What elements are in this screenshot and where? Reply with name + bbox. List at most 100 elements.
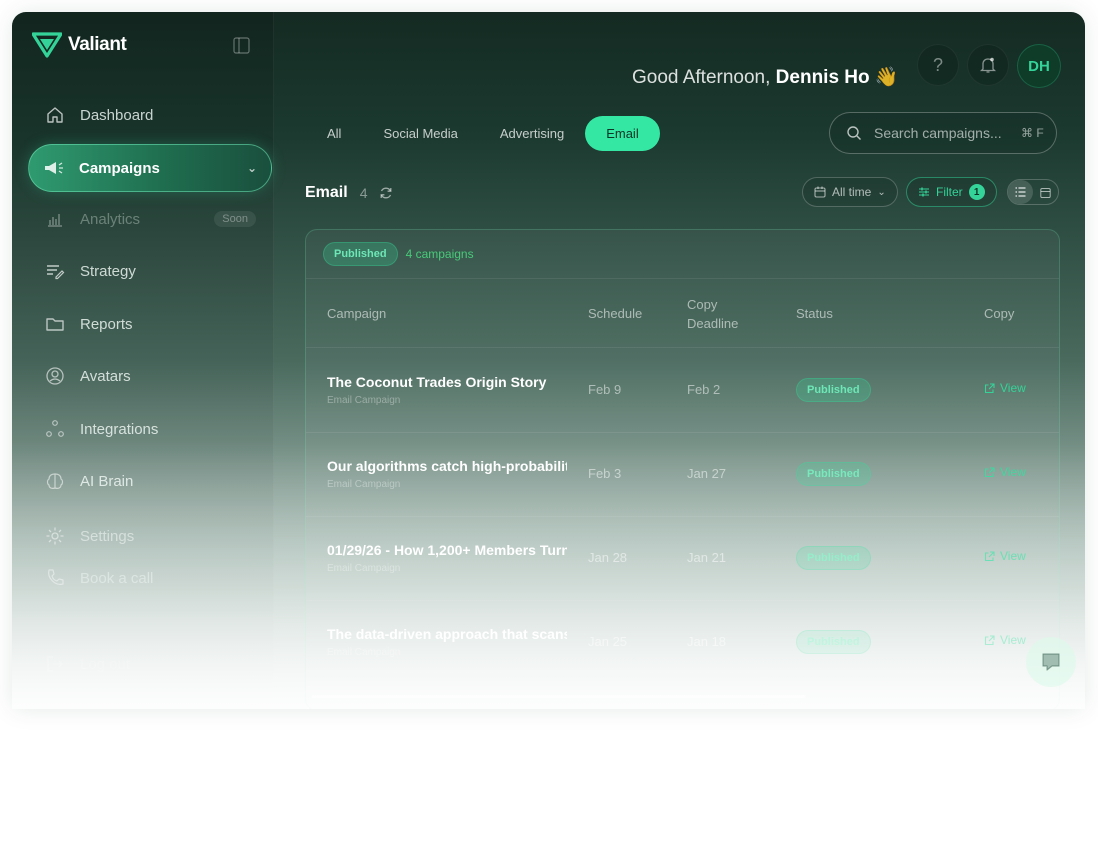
sidebar-item-ai-brain[interactable]: AI Brain — [40, 465, 270, 497]
user-avatar[interactable]: DH — [1017, 44, 1061, 88]
calendar-icon — [814, 186, 826, 198]
view-copy-link[interactable]: View — [984, 633, 1026, 647]
search-input[interactable] — [872, 124, 1011, 142]
brand-logo[interactable]: Valiant — [32, 32, 127, 58]
gear-icon — [44, 525, 66, 547]
brand-name: Valiant — [68, 34, 127, 55]
view-link-label: View — [1000, 633, 1026, 647]
chat-widget-button[interactable] — [1026, 637, 1076, 687]
help-button[interactable]: ? — [917, 44, 959, 86]
view-copy-link[interactable]: View — [984, 465, 1026, 479]
sidebar-item-log-out[interactable]: Log out — [40, 648, 270, 680]
sidebar-item-integrations[interactable]: Integrations — [40, 413, 270, 445]
column-header-copy-deadline-line1: Copy — [687, 297, 718, 312]
sidebar: Valiant Dashboard Campaigns ⌄ Analytics … — [12, 12, 274, 709]
column-header-copy-deadline-line2: Deadline — [687, 316, 739, 331]
bar-chart-icon — [44, 208, 66, 230]
view-link-label: View — [1000, 381, 1026, 395]
horizontal-scrollbar[interactable] — [312, 695, 806, 698]
time-filter-label: All time — [832, 185, 872, 199]
valiant-logo-icon — [32, 32, 62, 58]
megaphone-icon — [43, 157, 65, 179]
sidebar-item-label: Integrations — [80, 420, 159, 438]
search-shortcut: ⌘ F — [1021, 126, 1044, 140]
campaign-type: Email Campaign — [327, 479, 401, 490]
logout-icon — [44, 653, 66, 675]
table-row[interactable]: 01/29/26 - How 1,200+ Members Turne Emai… — [306, 516, 1059, 600]
integrations-icon — [44, 418, 66, 440]
divider — [306, 278, 1059, 279]
column-header-copy-deadline: Copy Deadline — [687, 295, 738, 333]
tab-advertising[interactable]: Advertising — [479, 116, 585, 151]
sidebar-item-avatars[interactable]: Avatars — [40, 360, 270, 392]
tab-all[interactable]: All — [306, 116, 362, 151]
search-box[interactable]: ⌘ F — [829, 112, 1057, 154]
channel-tabs: All Social Media Advertising Email — [306, 116, 660, 151]
soon-badge: Soon — [214, 211, 256, 227]
greeting: Good Afternoon, Dennis Ho 👋 — [632, 65, 899, 89]
status-badge: Published — [796, 546, 871, 570]
column-header-copy: Copy — [984, 306, 1015, 321]
column-header-schedule: Schedule — [588, 306, 643, 321]
refresh-icon[interactable] — [379, 186, 393, 200]
view-copy-link[interactable]: View — [984, 381, 1026, 395]
chevron-down-icon[interactable]: ⌄ — [247, 161, 257, 175]
status-badge: Published — [796, 630, 871, 654]
sidebar-item-analytics: Analytics Soon — [40, 203, 270, 235]
schedule-date: Feb 9 — [588, 382, 622, 397]
home-icon — [44, 104, 66, 126]
campaigns-table: Published 4 campaigns Campaign Schedule … — [305, 229, 1060, 709]
external-link-icon — [984, 634, 995, 645]
question-mark-icon: ? — [932, 54, 943, 75]
table-row[interactable]: The Coconut Trades Origin Story Email Ca… — [306, 348, 1059, 432]
campaign-name[interactable]: 01/29/26 - How 1,200+ Members Turne — [327, 542, 567, 558]
sidebar-item-label: Campaigns — [79, 159, 160, 177]
calendar-view-button[interactable] — [1033, 180, 1058, 204]
status-badge: Published — [796, 378, 871, 402]
strategy-icon — [44, 260, 66, 282]
wave-emoji: 👋 — [874, 67, 899, 88]
sidebar-item-campaigns[interactable]: Campaigns ⌄ — [28, 144, 272, 192]
notifications-button[interactable] — [967, 44, 1009, 86]
group-status-badge: Published — [323, 242, 398, 266]
campaign-name[interactable]: Our algorithms catch high-probability s — [327, 458, 567, 474]
sidebar-item-book-a-call[interactable]: Book a call — [40, 562, 270, 594]
brain-icon — [44, 470, 66, 492]
sidebar-item-label: AI Brain — [80, 472, 134, 490]
folder-icon — [44, 313, 66, 335]
campaign-type: Email Campaign — [327, 563, 401, 574]
campaign-type: Email Campaign — [327, 647, 401, 658]
campaign-name[interactable]: The Coconut Trades Origin Story — [327, 374, 567, 390]
sliders-icon — [919, 187, 929, 197]
table-row[interactable]: Our algorithms catch high-probability s … — [306, 432, 1059, 516]
section-title: Email — [305, 184, 348, 201]
chevron-down-icon: ⌄ — [877, 186, 886, 198]
sidebar-item-settings[interactable]: Settings — [40, 520, 270, 552]
sidebar-item-reports[interactable]: Reports — [40, 308, 270, 340]
time-filter-dropdown[interactable]: All time ⌄ — [802, 177, 898, 207]
tab-email[interactable]: Email — [585, 116, 660, 151]
sidebar-item-label: Analytics — [80, 210, 141, 228]
table-row[interactable]: The data-driven approach that scans 6( E… — [306, 600, 1059, 684]
external-link-icon — [984, 382, 995, 393]
greeting-prefix: Good Afternoon, — [632, 67, 771, 88]
calendar-icon — [1040, 187, 1051, 198]
filter-button[interactable]: Filter 1 — [906, 177, 997, 207]
sidebar-collapse-icon[interactable] — [233, 37, 250, 54]
status-badge: Published — [796, 462, 871, 486]
tab-social-media[interactable]: Social Media — [362, 116, 478, 151]
view-toggle — [1007, 179, 1059, 205]
external-link-icon — [984, 550, 995, 561]
list-view-button[interactable] — [1008, 180, 1033, 204]
sidebar-item-label: Book a call — [80, 569, 154, 587]
sidebar-item-strategy[interactable]: Strategy — [40, 255, 270, 287]
schedule-date: Feb 3 — [588, 466, 622, 481]
sidebar-item-dashboard[interactable]: Dashboard — [40, 99, 270, 131]
filter-count-badge: 1 — [968, 184, 985, 200]
campaign-name[interactable]: The data-driven approach that scans 6( — [327, 626, 567, 642]
view-copy-link[interactable]: View — [984, 549, 1026, 563]
campaign-type: Email Campaign — [327, 395, 401, 406]
sidebar-item-label: Strategy — [80, 262, 136, 280]
table-group-header: Published 4 campaigns — [323, 242, 474, 266]
app-window: Valiant Dashboard Campaigns ⌄ Analytics … — [12, 12, 1085, 709]
